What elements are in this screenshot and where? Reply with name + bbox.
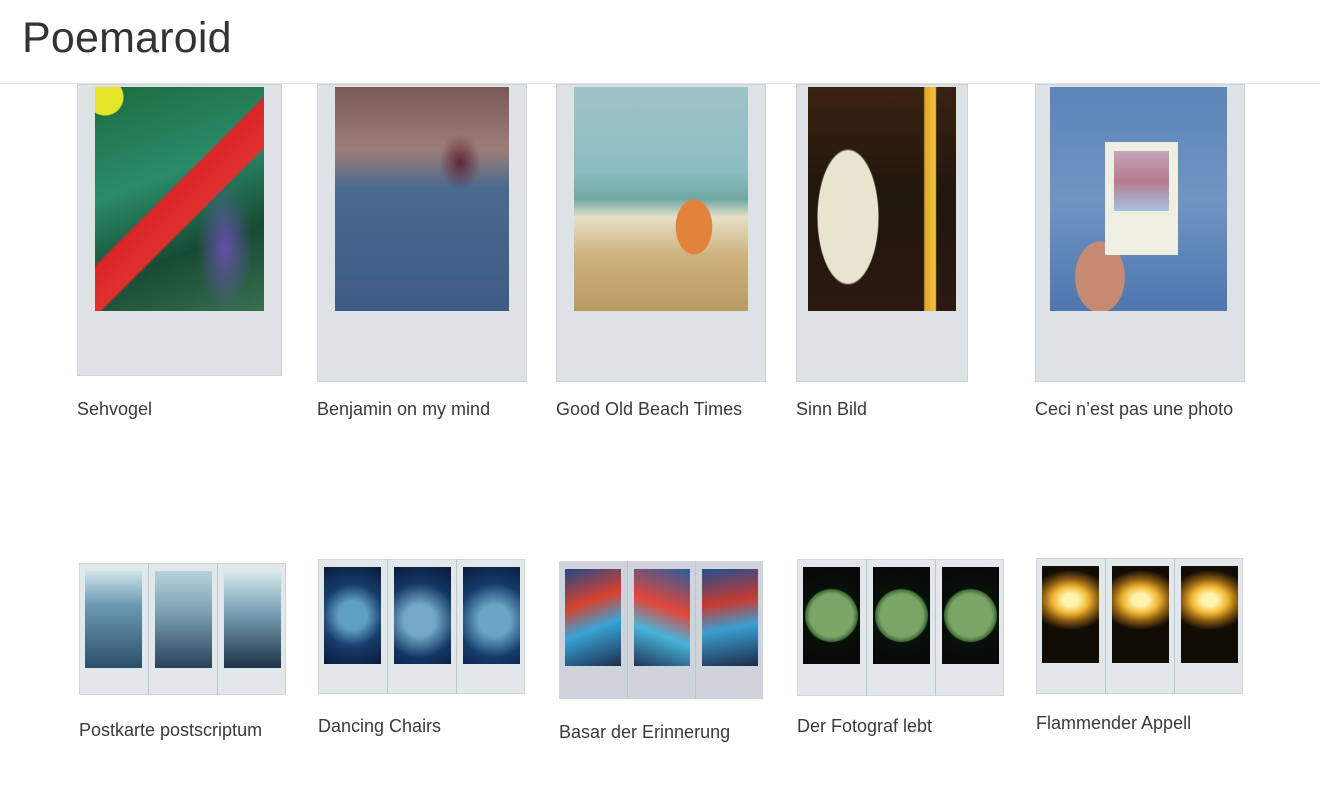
photo (393, 567, 451, 664)
panel (626, 561, 696, 699)
photo (223, 571, 281, 668)
panel (559, 561, 627, 699)
gallery-item-sinn-bild[interactable]: Sinn Bild (796, 84, 1006, 424)
photo (633, 569, 690, 666)
item-title[interactable]: Good Old Beach Times (556, 399, 742, 420)
photo (335, 87, 509, 311)
item-title[interactable]: Sinn Bild (796, 399, 867, 420)
polaroid-image[interactable] (556, 84, 766, 382)
photo (1042, 566, 1099, 663)
gallery-item-good-old-beach-times[interactable]: Good Old Beach Times (556, 84, 766, 424)
item-title[interactable]: Der Fotograf lebt (797, 716, 932, 737)
gallery-item-flammender-appell[interactable]: Flammender Appell (1036, 558, 1246, 748)
triptych-image[interactable] (318, 559, 525, 694)
item-title[interactable]: Ceci n’est pas une photo (1035, 399, 1233, 420)
gallery-item-sehvogel[interactable]: Sehvogel (77, 84, 287, 424)
gallery-item-benjamin-on-my-mind[interactable]: Benjamin on my mind (317, 84, 527, 424)
inner-polaroid (1105, 142, 1178, 255)
photo (808, 87, 956, 311)
panel (216, 563, 287, 695)
item-title[interactable]: Sehvogel (77, 399, 152, 420)
panel (1173, 558, 1244, 694)
item-title[interactable]: Dancing Chairs (318, 716, 441, 737)
photo (1111, 566, 1169, 663)
panel (386, 559, 457, 694)
gallery-item-postkarte-postscriptum[interactable]: Postkarte postscriptum (79, 563, 289, 753)
panel (79, 563, 148, 695)
photo (1180, 566, 1238, 663)
site-title[interactable]: Poemaroid (22, 14, 232, 63)
item-title[interactable]: Postkarte postscriptum (79, 720, 262, 741)
triptych-image[interactable] (797, 559, 1004, 696)
photo (701, 569, 758, 666)
polaroid-image[interactable] (317, 84, 527, 382)
polaroid-image[interactable] (77, 84, 282, 376)
photo (462, 567, 520, 664)
item-title[interactable]: Flammender Appell (1036, 713, 1191, 734)
triptych-image[interactable] (1036, 558, 1243, 694)
photo (941, 567, 999, 664)
panel (865, 559, 936, 696)
photo (803, 567, 860, 664)
polaroid-image[interactable] (796, 84, 968, 382)
photo (1050, 87, 1227, 311)
gallery-item-ceci-nest-pas-une-photo[interactable]: Ceci n’est pas une photo (1035, 84, 1255, 424)
photo (324, 567, 381, 664)
photo (85, 571, 142, 668)
photo (574, 87, 748, 311)
triptych-image[interactable] (559, 561, 763, 699)
gallery-item-basar-der-erinnerung[interactable]: Basar der Erinnerung (559, 561, 769, 751)
photo (154, 571, 212, 668)
panel (455, 559, 526, 694)
panel (318, 559, 387, 694)
panel (694, 561, 764, 699)
item-title[interactable]: Benjamin on my mind (317, 399, 490, 420)
site-header: Poemaroid (0, 0, 1320, 84)
photo (565, 569, 621, 666)
gallery-item-dancing-chairs[interactable]: Dancing Chairs (318, 559, 528, 749)
panel (1104, 558, 1175, 694)
panel (1036, 558, 1105, 694)
item-title[interactable]: Basar der Erinnerung (559, 722, 730, 743)
photo (95, 87, 264, 311)
photo (872, 567, 930, 664)
polaroid-image[interactable] (1035, 84, 1245, 382)
panel (934, 559, 1005, 696)
gallery-item-der-fotograf-lebt[interactable]: Der Fotograf lebt (797, 559, 1007, 749)
panel (797, 559, 866, 696)
triptych-image[interactable] (79, 563, 286, 695)
panel (147, 563, 218, 695)
